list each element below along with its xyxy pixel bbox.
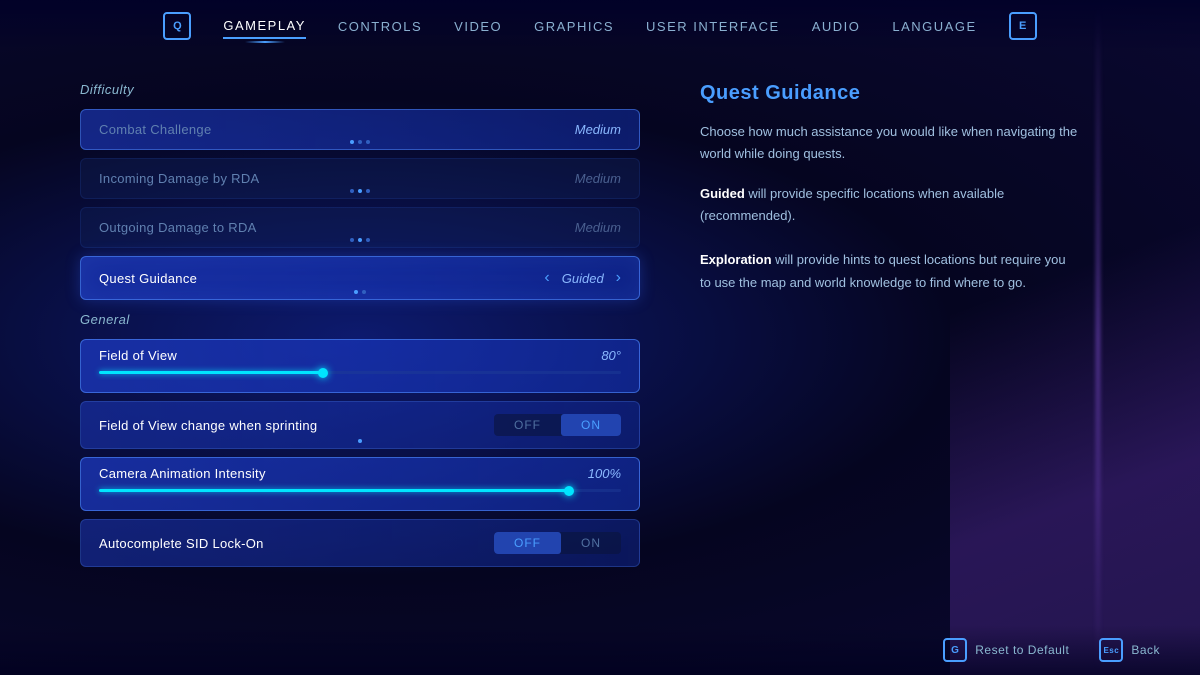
reset-to-default-action[interactable]: G Reset to Default [943, 638, 1069, 662]
fov-label: Field of View [99, 348, 177, 363]
dot-2 [362, 290, 366, 294]
fov-sprint-off[interactable]: OFF [494, 414, 561, 436]
bottom-bar: G Reset to Default Esc Back [0, 625, 1200, 675]
right-arrow[interactable]: › [616, 269, 621, 287]
outgoing-damage-label: Outgoing Damage to RDA [99, 220, 257, 235]
combat-challenge-value: Medium [575, 122, 621, 137]
left-panel: Difficulty Combat Challenge Medium Incom… [0, 52, 660, 675]
dot-2 [358, 189, 362, 193]
cam-anim-slider-fill [99, 489, 569, 492]
guided-desc: will provide specific locations when ava… [700, 186, 1004, 223]
tab-video[interactable]: VIDEO [454, 15, 502, 38]
quest-guidance-dots [354, 290, 366, 294]
fov-sprint-row[interactable]: Field of View change when sprinting OFF … [80, 401, 640, 449]
autocomplete-row[interactable]: Autocomplete SID Lock-On OFF ON [80, 519, 640, 567]
fov-slider-thumb [318, 368, 328, 378]
cam-anim-header: Camera Animation Intensity 100% [99, 466, 621, 481]
general-settings-list: Field of View 80° Field of View change w… [80, 339, 640, 567]
combat-challenge-label: Combat Challenge [99, 122, 211, 137]
dot-1 [350, 189, 354, 193]
info-paragraph2: Guided will provide specific locations w… [700, 183, 1080, 293]
dot-1 [350, 238, 354, 242]
dot-3 [366, 140, 370, 144]
combat-challenge-dots [350, 140, 370, 144]
tab-audio[interactable]: AUDIO [812, 15, 861, 38]
tab-graphics[interactable]: GRAPHICS [534, 15, 614, 38]
outgoing-damage-row[interactable]: Outgoing Damage to RDA Medium [80, 207, 640, 248]
dot-1 [350, 140, 354, 144]
fov-row[interactable]: Field of View 80° [80, 339, 640, 393]
cam-anim-slider-track[interactable] [99, 489, 621, 492]
fov-sprint-toggle[interactable]: OFF ON [494, 414, 621, 436]
autocomplete-on[interactable]: ON [561, 532, 621, 554]
fov-value: 80° [601, 348, 621, 363]
incoming-damage-value: Medium [575, 171, 621, 186]
difficulty-section-label: Difficulty [80, 82, 640, 97]
guided-label: Guided [700, 186, 745, 201]
tab-controls[interactable]: CONTROLS [338, 15, 422, 38]
incoming-damage-dots [350, 189, 370, 193]
settings-list: Combat Challenge Medium Incoming Damage … [80, 109, 640, 300]
autocomplete-label: Autocomplete SID Lock-On [99, 536, 264, 551]
incoming-damage-label: Incoming Damage by RDA [99, 171, 260, 186]
exploration-label: Exploration [700, 252, 772, 267]
dot-2 [358, 238, 362, 242]
fov-header: Field of View 80° [99, 348, 621, 363]
fov-slider-fill [99, 371, 323, 374]
q-icon[interactable]: Q [163, 12, 191, 40]
tab-gameplay[interactable]: GAMEPLAY [223, 14, 306, 39]
quest-guidance-controls: ‹ Guided › [544, 269, 621, 287]
top-nav: Q GAMEPLAY CONTROLS VIDEO GRAPHICS USER … [0, 0, 1200, 52]
reset-icon: G [943, 638, 967, 662]
dot-2 [358, 140, 362, 144]
quest-guidance-value: Guided [562, 271, 604, 286]
right-panel: Quest Guidance Choose how much assistanc… [660, 52, 1200, 675]
autocomplete-off[interactable]: OFF [494, 532, 561, 554]
dot-1 [354, 290, 358, 294]
dot-3 [366, 189, 370, 193]
general-section-label: General [80, 312, 640, 327]
back-icon: Esc [1099, 638, 1123, 662]
cam-anim-slider-thumb [564, 486, 574, 496]
main-content: Difficulty Combat Challenge Medium Incom… [0, 52, 1200, 675]
tab-language[interactable]: LANGUAGE [892, 15, 976, 38]
info-title: Quest Guidance [700, 82, 1160, 105]
cam-anim-row[interactable]: Camera Animation Intensity 100% [80, 457, 640, 511]
e-icon[interactable]: E [1009, 12, 1037, 40]
fov-sprint-dot [358, 439, 362, 443]
outgoing-damage-value: Medium [575, 220, 621, 235]
cam-anim-label: Camera Animation Intensity [99, 466, 266, 481]
left-arrow[interactable]: ‹ [544, 269, 549, 287]
tab-user-interface[interactable]: USER INTERFACE [646, 15, 780, 38]
cam-anim-value: 100% [588, 466, 621, 481]
back-action[interactable]: Esc Back [1099, 638, 1160, 662]
fov-sprint-label: Field of View change when sprinting [99, 418, 317, 433]
fov-slider-track[interactable] [99, 371, 621, 374]
incoming-damage-row[interactable]: Incoming Damage by RDA Medium [80, 158, 640, 199]
quest-guidance-label: Quest Guidance [99, 271, 197, 286]
combat-challenge-row[interactable]: Combat Challenge Medium [80, 109, 640, 150]
outgoing-damage-dots [350, 238, 370, 242]
reset-label: Reset to Default [975, 643, 1069, 657]
back-label: Back [1131, 643, 1160, 657]
autocomplete-toggle[interactable]: OFF ON [494, 532, 621, 554]
fov-sprint-on[interactable]: ON [561, 414, 621, 436]
info-paragraph1: Choose how much assistance you would lik… [700, 121, 1080, 165]
quest-guidance-row[interactable]: Quest Guidance ‹ Guided › [80, 256, 640, 300]
dot-3 [366, 238, 370, 242]
